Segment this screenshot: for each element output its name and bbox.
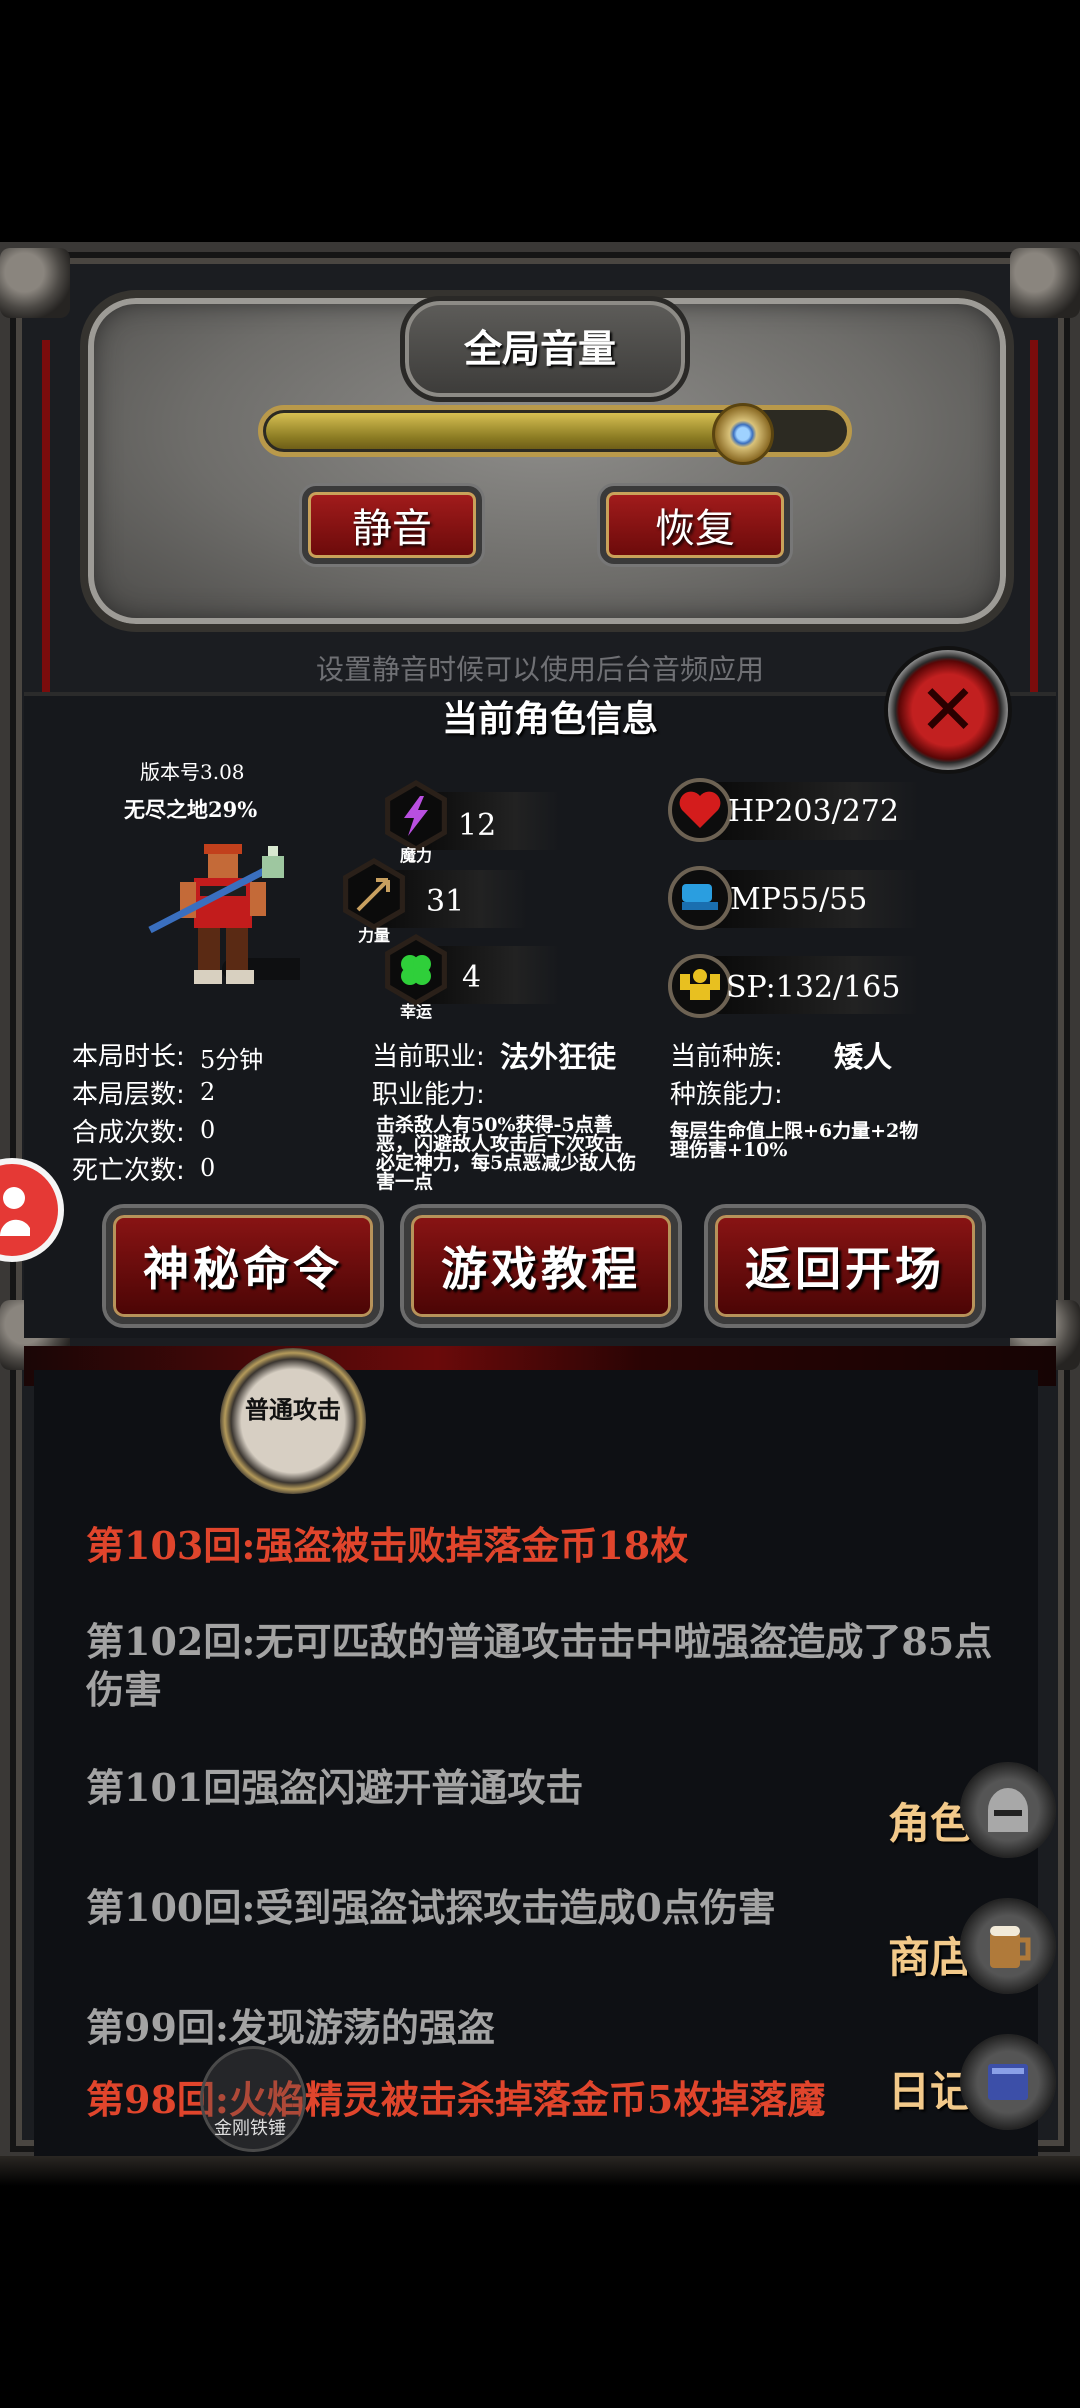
race-label: 当前种族:	[670, 1042, 783, 1072]
trident-icon	[348, 864, 400, 924]
floor-value: 2	[200, 1078, 216, 1106]
close-icon: ✕	[918, 669, 978, 751]
class-value: 法外狂徒	[500, 1040, 617, 1074]
class-ability-label: 职业能力:	[372, 1080, 485, 1110]
user-icon	[0, 1187, 30, 1236]
luck-value: 4	[462, 960, 482, 995]
craft-value: 0	[200, 1116, 216, 1144]
strength-caption: 力量	[357, 926, 390, 945]
class-label: 当前职业:	[372, 1042, 485, 1072]
book-icon[interactable]	[960, 2034, 1056, 2130]
volume-title: 全局音量	[463, 327, 616, 371]
death-label: 死亡次数:	[72, 1156, 185, 1186]
volume-slider-fill	[266, 413, 740, 449]
log-line: 第101回强盗闪避开普通攻击	[86, 1765, 584, 1810]
mp-value: MP55/55	[730, 882, 868, 917]
log-line: 第100回:受到强盗试探攻击造成0点伤害	[86, 1885, 776, 1930]
hammer-skill-label: 金刚铁锤	[214, 2118, 286, 2139]
magic-caption: 魔力	[399, 846, 432, 865]
frame-corner-ornament	[1010, 248, 1080, 318]
version-label: 版本号3.08	[140, 760, 245, 784]
secret-command-button[interactable]: 神秘命令	[106, 1208, 380, 1324]
beer-mug-icon[interactable]	[960, 1898, 1056, 1994]
strength-value: 31	[426, 884, 465, 919]
class-ability-desc: 击杀敌人有50%获得-5点善恶，闪避敌人攻击后下次攻击必定神力，每5点恶减少敌人…	[376, 1114, 637, 1193]
luck-caption: 幸运	[399, 1002, 432, 1021]
volume-slider-knob[interactable]	[712, 403, 774, 465]
hp-value: HP203/272	[728, 794, 899, 829]
log-line: 第103回:强盗被击败掉落金币18枚	[86, 1523, 689, 1568]
duration-label: 本局时长:	[72, 1042, 185, 1072]
mute-button[interactable]: 静音	[302, 486, 482, 564]
tutorial-button[interactable]: 游戏教程	[404, 1208, 678, 1324]
craft-label: 合成次数:	[72, 1118, 185, 1148]
log-line: 第102回:无可匹敌的普通攻击击中啦强盗造成了85点伤害	[86, 1619, 993, 1712]
floor-label: 本局层数:	[72, 1080, 185, 1110]
muscle-icon	[668, 954, 732, 1018]
helmet-icon[interactable]	[960, 1762, 1056, 1858]
endless-progress: 无尽之地29%	[124, 797, 258, 822]
log-line: 第99回:发现游荡的强盗	[86, 2005, 495, 2050]
race-value: 矮人	[834, 1040, 893, 1074]
race-ability-label: 种族能力:	[670, 1080, 783, 1110]
restore-button[interactable]: 恢复	[600, 486, 790, 564]
magic-value: 12	[458, 808, 497, 843]
clover-icon	[390, 940, 442, 1000]
frame-corner-ornament	[0, 248, 70, 318]
diary-menu-label[interactable]: 日记	[888, 2058, 972, 2119]
death-value: 0	[200, 1154, 216, 1182]
race-ability-desc: 每层生命值上限+6力量+2物理伤害+10%	[670, 1120, 919, 1161]
role-menu-label[interactable]: 角色	[888, 1790, 972, 1851]
heart-icon	[668, 778, 732, 842]
attack-skill-label: 普通攻击	[245, 1396, 341, 1424]
sp-value: SP:132/165	[726, 970, 901, 1005]
lightning-icon	[390, 786, 442, 846]
frame-bottom-bar	[0, 2156, 1080, 2186]
duration-value: 5分钟	[200, 1046, 264, 1074]
shop-menu-label[interactable]: 商店	[888, 1924, 972, 1985]
back-to-start-button[interactable]: 返回开场	[708, 1208, 982, 1324]
hero-sprite	[148, 844, 300, 984]
mp-icon	[668, 866, 732, 930]
